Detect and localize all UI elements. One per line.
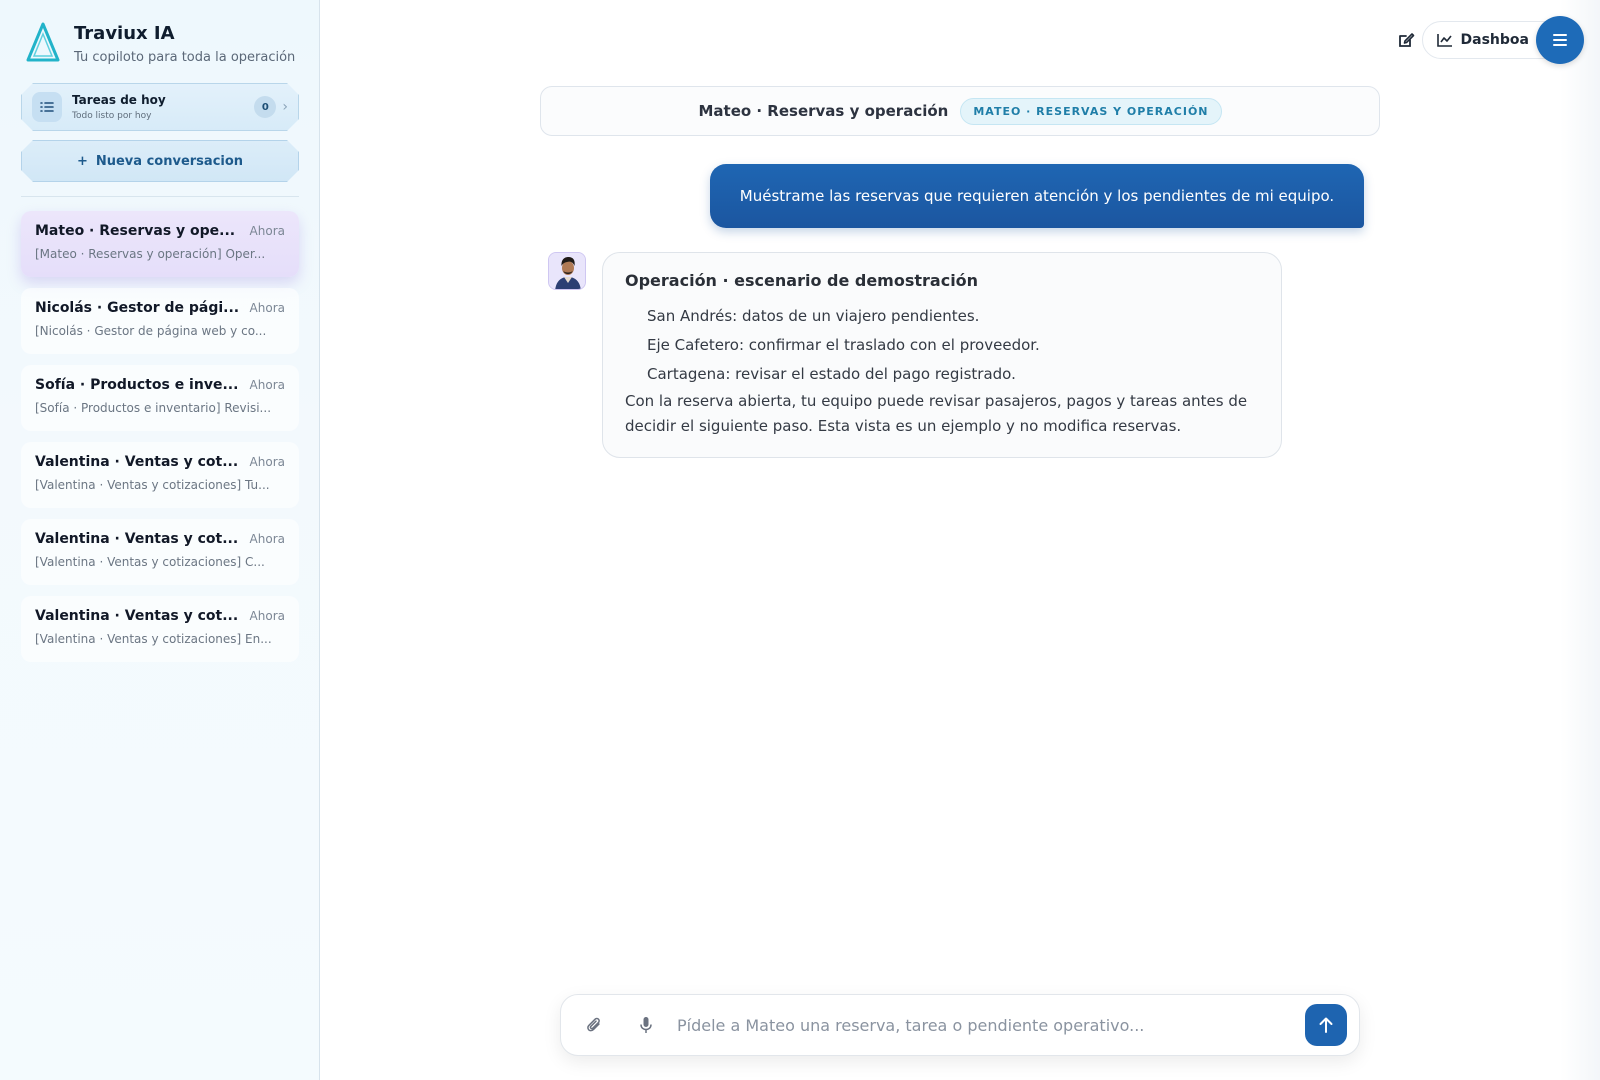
edit-icon[interactable] bbox=[1392, 26, 1420, 54]
conversation-time: Ahora bbox=[249, 609, 285, 623]
assistant-message-list: San Andrés: datos de un viajero pendient… bbox=[625, 302, 1259, 389]
conversation-title: Nicolás · Gestor de pági... bbox=[35, 300, 240, 316]
new-conversation-label: Nueva conversacion bbox=[95, 153, 244, 169]
conversation-item[interactable]: Nicolás · Gestor de pági... Ahora [Nicol… bbox=[21, 288, 299, 354]
user-message-text: Muéstrame las reservas que requieren ate… bbox=[739, 187, 1335, 205]
conversation-title: Valentina · Ventas y cot... bbox=[35, 531, 239, 547]
tasks-subtitle: Todo listo por hoy bbox=[72, 111, 152, 121]
conversation-time: Ahora bbox=[249, 301, 285, 315]
chat-title: Mateo · Reservas y operación bbox=[698, 102, 949, 120]
conversation-time: Ahora bbox=[249, 455, 285, 469]
conversation-item[interactable]: Sofía · Productos e inve... Ahora [Sofía… bbox=[21, 365, 299, 431]
assistant-message-title: Operación · escenario de demostración bbox=[625, 271, 979, 290]
list-item: Cartagena: revisar el estado del pago re… bbox=[647, 365, 1016, 383]
assistant-message: Operación · escenario de demostración Sa… bbox=[602, 252, 1282, 458]
arrow-up-icon bbox=[1319, 1017, 1333, 1033]
conversation-item[interactable]: Valentina · Ventas y cot... Ahora [Valen… bbox=[21, 442, 299, 508]
chevron-right-icon: › bbox=[282, 99, 288, 115]
conversation-title: Valentina · Ventas y cot... bbox=[35, 454, 239, 470]
conversation-time: Ahora bbox=[249, 378, 285, 392]
menu-button[interactable] bbox=[1536, 16, 1584, 64]
conversation-title: Valentina · Ventas y cot... bbox=[35, 608, 239, 624]
checklist-icon bbox=[32, 92, 62, 122]
agent-badge: MATEO · RESERVAS Y OPERACIÓN bbox=[960, 97, 1222, 125]
send-button[interactable] bbox=[1305, 1004, 1347, 1046]
conversation-preview: [Sofía · Productos e inventario] Revisi.… bbox=[35, 401, 272, 415]
list-item: Eje Cafetero: confirmar el traslado con … bbox=[647, 336, 1040, 354]
list-item: San Andrés: datos de un viajero pendient… bbox=[647, 307, 980, 325]
conversation-item[interactable]: Valentina · Ventas y cot... Ahora [Valen… bbox=[21, 519, 299, 585]
conversation-time: Ahora bbox=[249, 224, 285, 238]
tasks-today-card[interactable]: Tareas de hoy Todo listo por hoy 0 › bbox=[21, 83, 299, 131]
triangle-logo-icon bbox=[26, 22, 60, 62]
message-composer bbox=[560, 994, 1360, 1056]
conversation-preview: [Valentina · Ventas y cotizaciones] Tu..… bbox=[35, 478, 270, 492]
brand-title: Traviux IA bbox=[74, 23, 175, 44]
sidebar: Traviux IA Tu copiloto para toda la oper… bbox=[0, 0, 320, 1080]
conversation-preview: [Mateo · Reservas y operación] Oper... bbox=[35, 247, 266, 261]
top-actions: Dashboa bbox=[1392, 16, 1584, 64]
sidebar-divider bbox=[21, 196, 299, 197]
conversation-preview: [Nicolás · Gestor de página web y co... bbox=[35, 324, 267, 338]
microphone-icon[interactable] bbox=[635, 1014, 657, 1036]
agent-avatar bbox=[548, 252, 586, 290]
conversation-preview: [Valentina · Ventas y cotizaciones] C... bbox=[35, 555, 265, 569]
conversation-title: Mateo · Reservas y ope... bbox=[35, 223, 236, 239]
message-input[interactable] bbox=[677, 1015, 1305, 1035]
right-edge-fade bbox=[1560, 0, 1600, 1080]
conversation-list: Mateo · Reservas y ope... Ahora [Mateo ·… bbox=[21, 211, 299, 673]
chart-line-icon bbox=[1436, 34, 1452, 47]
conversation-item[interactable]: Mateo · Reservas y ope... Ahora [Mateo ·… bbox=[21, 211, 299, 277]
brand-subtitle: Tu copiloto para toda la operación bbox=[74, 50, 296, 65]
conversation-preview: [Valentina · Ventas y cotizaciones] En..… bbox=[35, 632, 272, 646]
conversation-title: Sofía · Productos e inve... bbox=[35, 377, 239, 393]
tasks-count-badge: 0 bbox=[254, 96, 276, 118]
paperclip-icon[interactable] bbox=[583, 1014, 605, 1036]
hamburger-icon bbox=[1553, 34, 1567, 46]
assistant-message-body: Con la reserva abierta, tu equipo puede … bbox=[625, 392, 1248, 435]
conversation-item[interactable]: Valentina · Ventas y cot... Ahora [Valen… bbox=[21, 596, 299, 662]
user-message: Muéstrame las reservas que requieren ate… bbox=[710, 164, 1364, 228]
tasks-title: Tareas de hoy bbox=[72, 93, 166, 107]
plus-icon: + bbox=[76, 153, 88, 169]
brand: Traviux IA Tu copiloto para toda la oper… bbox=[26, 22, 295, 65]
conversation-time: Ahora bbox=[249, 532, 285, 546]
new-conversation-button[interactable]: + Nueva conversacion bbox=[21, 140, 299, 182]
chat-header: Mateo · Reservas y operación MATEO · RES… bbox=[540, 86, 1380, 136]
dashboard-label: Dashboa bbox=[1460, 32, 1529, 48]
